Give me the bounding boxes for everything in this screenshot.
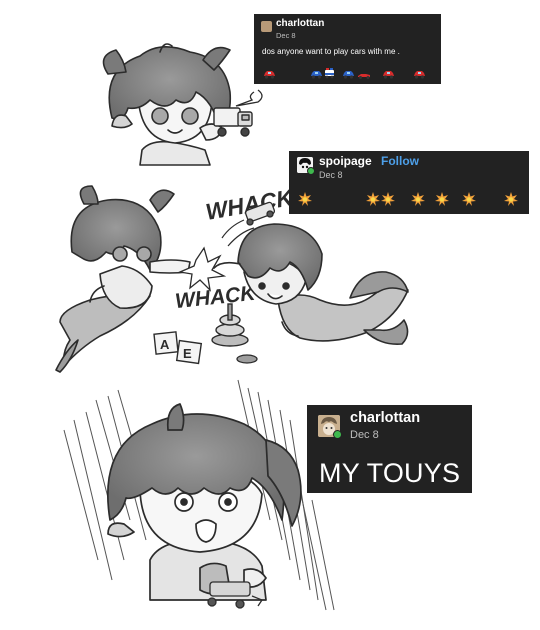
car-emoji-row <box>262 68 434 80</box>
collision-emoji-row <box>297 191 521 207</box>
post-text: MY TOUYS <box>319 458 461 488</box>
user-avatar[interactable] <box>318 415 342 439</box>
post-username[interactable]: spoipage <box>319 154 372 168</box>
post-date: Dec 8 <box>350 429 379 441</box>
post-username[interactable]: charlottan <box>350 410 420 426</box>
stacking-ring-toy <box>211 303 249 347</box>
toy-truck <box>213 107 253 137</box>
avatar-image <box>261 21 272 32</box>
collision-icon <box>411 192 425 206</box>
post-card-1: charlottan Dec 8 dos anyone want to play… <box>254 14 441 84</box>
panel-1-kid <box>102 43 232 166</box>
follow-button[interactable]: Follow <box>381 154 419 168</box>
post-date: Dec 8 <box>319 170 343 180</box>
whack-label-2: WHACK <box>174 282 258 313</box>
collision-icon <box>298 192 312 206</box>
impact-burst <box>177 246 227 292</box>
comic-page: WHACK WHACK A E charlottan Dec 8 dos any… <box>0 0 540 630</box>
collision-icon <box>435 192 449 206</box>
toy-blocks: A E <box>153 331 203 365</box>
reblog-badge-icon <box>333 430 342 439</box>
post-username[interactable]: charlottan <box>276 18 324 29</box>
post-card-3: charlottan Dec 8 MY TOUYS <box>307 405 472 493</box>
svg-text:WHACK: WHACK <box>174 282 258 313</box>
comic-illustration: WHACK WHACK A E <box>55 43 409 611</box>
panel-3-kid <box>106 403 302 601</box>
post-card-2: spoipage Follow Dec 8 <box>289 151 529 214</box>
blue-car-icon <box>343 71 354 79</box>
loose-ring <box>236 354 258 364</box>
speech-tail <box>235 89 263 107</box>
blue-car-icon <box>311 71 322 79</box>
red-car-icon <box>414 71 425 79</box>
svg-text:E: E <box>183 346 192 361</box>
collision-icon <box>462 192 476 206</box>
red-car-icon <box>264 71 275 79</box>
post-date: Dec 8 <box>276 31 296 40</box>
collision-icon <box>381 192 395 206</box>
racing-car-icon <box>358 74 370 79</box>
red-car-icon <box>383 71 394 79</box>
collision-icon <box>366 192 380 206</box>
reblog-badge-icon <box>307 167 315 175</box>
police-car-icon <box>325 68 334 79</box>
collision-icon <box>504 192 518 206</box>
user-avatar[interactable] <box>261 21 272 32</box>
svg-text:A: A <box>160 337 170 352</box>
post-text: dos anyone want to play cars with me . <box>262 47 400 56</box>
user-avatar[interactable] <box>297 157 315 175</box>
